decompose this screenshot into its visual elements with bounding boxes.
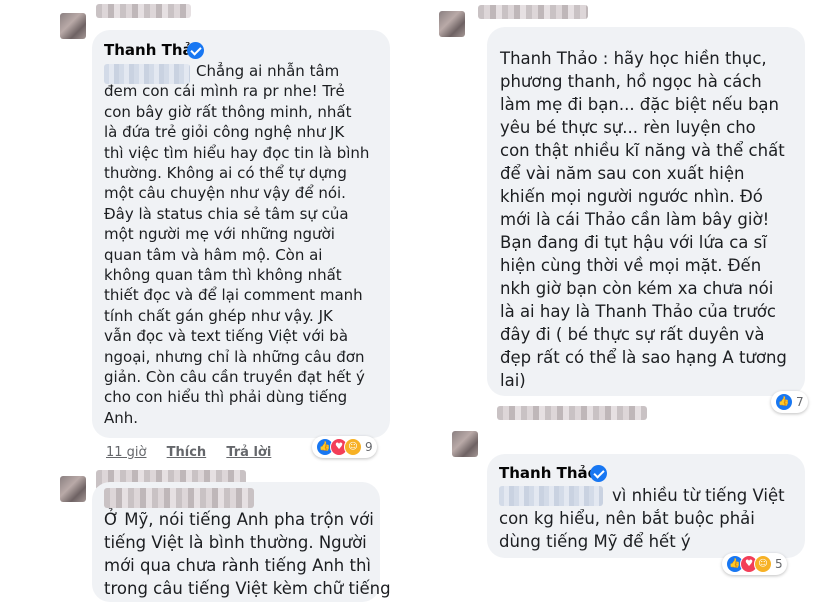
comment-line: con bây giờ rất thông minh, nhất: [104, 102, 352, 121]
comment-line: giản. Còn câu cần truyền đạt hết ý: [104, 368, 365, 386]
reaction-summary[interactable]: 👍 7: [771, 391, 808, 413]
comment-line: Bạn đang đi tụt hậu với lứa ca sĩ: [500, 233, 767, 252]
comment-line: nkh giờ bạn còn kém xa chưa nói: [500, 279, 774, 298]
comment-line: một người mẹ với những người: [104, 225, 335, 244]
comment-line: tiếng Việt là bình thường. Người: [104, 533, 367, 552]
comment-line: dùng tiếng Mỹ để hết ý: [499, 532, 691, 551]
comment-line: là đứa trẻ giỏi công nghệ như JK: [104, 123, 345, 142]
comment-line: vẫn đọc và text tiếng Việt với bà: [104, 327, 349, 346]
verified-badge-icon: [187, 42, 204, 59]
comment-line: Anh.: [104, 408, 139, 427]
comment-line: quan tâm và hâm mộ. Còn ai: [104, 245, 323, 264]
comment-line: đem con cái mình ra pr nhe! Trẻ: [104, 82, 345, 101]
comment-line: con kg hiểu, nên bắt buộc phải: [499, 509, 755, 528]
comment-line: mới là cái Thảo cần làm bây giờ!: [500, 210, 770, 229]
comment-line: mới qua chưa rành tiếng Anh thì: [104, 556, 372, 575]
blurred-username: [96, 4, 191, 18]
reply-action[interactable]: Trả lời: [226, 445, 271, 460]
comment-line: khiến mọi người ngước nhìn. Đó: [500, 187, 763, 206]
haha-reaction-icon: ☺: [754, 555, 772, 573]
right-avatar[interactable]: [439, 11, 465, 37]
reaction-count: 9: [365, 440, 373, 454]
comment-line: vì nhiều từ tiếng Việt: [612, 486, 785, 505]
reaction-summary[interactable]: 👍 ♥ ☺ 9: [312, 436, 377, 458]
comment-line: ngoại, nhưng chỉ là những câu đơn: [104, 347, 365, 366]
reaction-count: 5: [775, 557, 783, 571]
comment-line: cho con hiểu thì phải dùng tiếng: [104, 388, 348, 407]
haha-reaction-icon: ☺: [344, 438, 362, 456]
blurred-username: [478, 5, 588, 19]
blurred-username: [497, 406, 647, 420]
comment-line: Đây là status chia sẻ tâm sự của: [104, 204, 349, 223]
left-bottom-avatar[interactable]: [60, 476, 86, 502]
comment-line: không quan tâm thì không nhất: [104, 266, 342, 284]
comment-line: làm mẹ đi bạn... đặc biệt nếu bạn: [500, 95, 779, 114]
comment-line: một câu chuyện như vậy để nói.: [104, 184, 346, 203]
comment-line: thiết đọc và để lại comment manh: [104, 286, 363, 305]
blurred-username: [104, 488, 254, 508]
like-reaction-icon: 👍: [775, 393, 793, 411]
comment-line: Thanh Thảo : hãy học hiền thục,: [500, 49, 767, 68]
comment-actions: 11 giờ Thích Trả lời: [106, 445, 306, 460]
comment-line: phương thanh, hồ ngọc hà cách: [500, 72, 762, 91]
like-action[interactable]: Thích: [167, 445, 207, 460]
comment-line: con thật nhiều kĩ năng và thể chất: [500, 141, 785, 160]
comment-line: để vài năm sau con xuất hiện: [500, 164, 745, 183]
comment-time[interactable]: 11 giờ: [106, 445, 147, 460]
reaction-count: 7: [796, 395, 804, 409]
comment-line: lai): [500, 371, 526, 390]
comment-line: đây đi ( bé thực sự rất duyên và: [500, 325, 765, 344]
comment-line: Ở Mỹ, nói tiếng Anh pha trộn với: [104, 510, 374, 529]
comment-line: yêu bé thực sự... rèn luyện cho: [500, 118, 756, 137]
comment-line: thì việc tìm hiểu hay đọc tin là bình: [104, 143, 370, 162]
right-bottom-comment-author[interactable]: Thanh Thảo: [499, 464, 598, 482]
panel-divider: [402, 0, 405, 585]
comment-line: là ai hay là Thanh Thảo của trước: [500, 302, 776, 321]
reaction-summary[interactable]: 👍 ♥ ☺ 5: [722, 553, 787, 575]
comment-line: thường. Không ai có thể tự dựng: [104, 164, 347, 182]
comment-line: trong câu tiếng Việt kèm chữ tiếng: [104, 579, 391, 598]
comment-line: hiện cùng thời về mọi mặt. Đến: [500, 256, 762, 275]
comment-line: tính chất gán ghép như vậy. JK: [104, 306, 333, 325]
tagged-user[interactable]: [499, 486, 603, 506]
left-avatar[interactable]: [60, 13, 86, 39]
right-bottom-avatar[interactable]: [452, 431, 478, 457]
verified-badge-icon: [590, 465, 607, 482]
comment-line: Chẳng ai nhẫn tâm: [196, 62, 340, 80]
comment-line: đẹp rất có thể là sao hạng A tương: [500, 348, 787, 367]
